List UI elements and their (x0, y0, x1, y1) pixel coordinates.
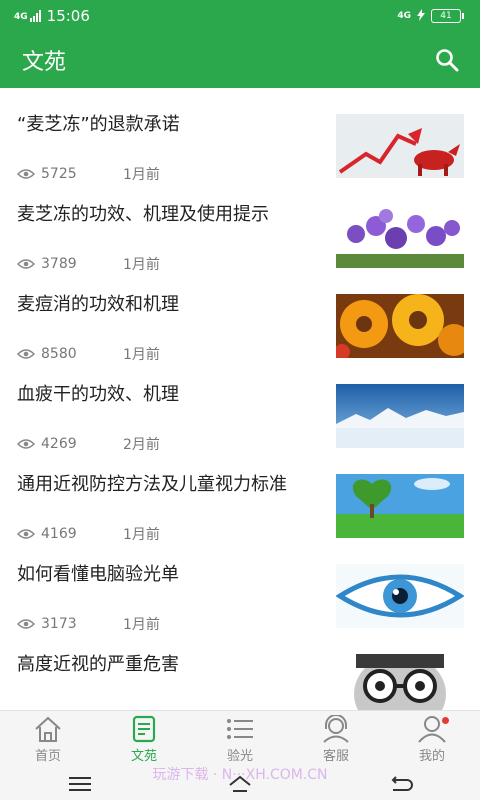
charging-icon (417, 8, 425, 24)
article-item[interactable]: “麦芝冻”的退款承诺 5725 1月前 (0, 88, 480, 183)
tab-label: 文苑 (130, 749, 157, 764)
article-title: 高度近视的严重危害 (17, 654, 179, 675)
status-time: 15:06 (46, 7, 90, 25)
headset-icon (323, 715, 349, 743)
article-thumbnail (336, 204, 464, 268)
tab-label: 验光 (226, 749, 253, 764)
article-item[interactable]: 麦芝冻的功效、机理及使用提示 3789 1月前 (0, 178, 480, 273)
battery-level: 41 (431, 9, 461, 23)
signal-icon (29, 10, 41, 22)
tab-optometry[interactable]: 验光 (192, 711, 288, 769)
article-item[interactable]: 血疲干的功效、机理 4269 2月前 (0, 358, 480, 453)
article-list: “麦芝冻”的退款承诺 5725 1月前 麦芝冻的功效、机理及使用提示 3789 … (0, 88, 480, 710)
article-thumbnail (336, 654, 464, 710)
tab-articles[interactable]: 文苑 (96, 711, 192, 769)
notification-dot (442, 717, 449, 724)
article-item[interactable]: 高度近视的严重危害 (0, 628, 480, 710)
list-icon (227, 719, 253, 739)
article-title: 麦痘消的功效和机理 (17, 294, 179, 315)
home-nav-icon[interactable] (227, 774, 253, 794)
system-nav-bar (0, 768, 480, 800)
network-type-left: 4G (14, 12, 28, 22)
status-bar: 4G 15:06 4G 41 (0, 0, 480, 32)
article-title: 麦芝冻的功效、机理及使用提示 (17, 204, 269, 225)
article-title: 通用近视防控方法及儿童视力标准 (17, 474, 287, 495)
bottom-tab-bar: 首页 文苑 验光 客服 我的 (0, 710, 480, 769)
article-thumbnail (336, 564, 464, 628)
article-title: “麦芝冻”的退款承诺 (17, 114, 180, 135)
article-thumbnail (336, 294, 464, 358)
battery-icon: 41 (431, 9, 464, 23)
search-icon[interactable] (434, 47, 460, 73)
article-title: 如何看懂电脑验光单 (17, 564, 179, 585)
article-item[interactable]: 通用近视防控方法及儿童视力标准 4169 1月前 (0, 448, 480, 543)
tab-label: 我的 (418, 749, 445, 764)
home-icon (35, 716, 61, 742)
tab-label: 首页 (34, 749, 61, 764)
tab-profile[interactable]: 我的 (384, 711, 480, 769)
app-bar: 文苑 (0, 32, 480, 88)
tab-label: 客服 (322, 749, 349, 764)
article-item[interactable]: 如何看懂电脑验光单 3173 1月前 (0, 538, 480, 633)
article-thumbnail (336, 474, 464, 538)
article-thumbnail (336, 114, 464, 178)
back-icon[interactable] (387, 774, 413, 794)
article-title: 血疲干的功效、机理 (17, 384, 179, 405)
network-type-right: 4G (397, 10, 411, 21)
article-item[interactable]: 麦痘消的功效和机理 8580 1月前 (0, 268, 480, 363)
page-title: 文苑 (22, 50, 67, 75)
tab-home[interactable]: 首页 (0, 711, 96, 769)
article-icon (132, 715, 156, 743)
tab-customer-service[interactable]: 客服 (288, 711, 384, 769)
article-thumbnail (336, 384, 464, 448)
menu-icon[interactable] (67, 774, 93, 794)
